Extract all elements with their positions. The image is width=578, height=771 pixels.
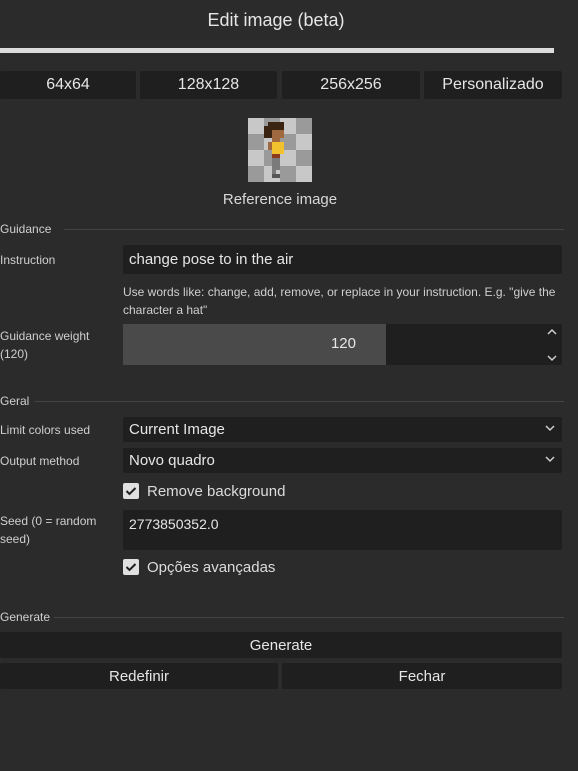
limit-colors-value: Current Image (129, 421, 225, 438)
guidance-weight-label: Guidance weight (120) (0, 329, 90, 361)
output-method-value: Novo quadro (129, 452, 215, 469)
reference-image-label: Reference image (222, 191, 338, 208)
limit-colors-label: Limit colors used (0, 423, 91, 437)
checkmark-icon (125, 563, 137, 572)
progress-bar (0, 48, 554, 53)
seed-label: Seed (0 = random seed) (0, 514, 97, 546)
generate-button[interactable]: Generate (0, 632, 562, 658)
reset-button[interactable]: Redefinir (0, 663, 278, 689)
remove-background-label: Remove background (147, 483, 286, 500)
section-guidance: Guidance (0, 222, 52, 236)
progress-fill (0, 48, 554, 53)
size-128-button[interactable]: 128x128 (140, 71, 277, 99)
seed-input[interactable]: 2773850352.0 (123, 510, 562, 550)
reference-image[interactable] (248, 118, 312, 182)
remove-background-checkbox[interactable] (123, 483, 139, 499)
close-button[interactable]: Fechar (282, 663, 562, 689)
advanced-options-label: Opções avançadas (147, 559, 276, 576)
chevron-down-icon (545, 456, 555, 463)
slider-value: 120 (330, 335, 356, 352)
limit-colors-select[interactable]: Current Image (123, 417, 562, 442)
divider (64, 229, 564, 230)
character-sprite (264, 122, 284, 178)
size-custom-button[interactable]: Personalizado (424, 71, 562, 99)
checkmark-icon (125, 487, 137, 496)
instruction-input[interactable]: change pose to in the air (123, 245, 562, 274)
chevron-down-icon[interactable] (546, 352, 558, 364)
chevron-up-icon[interactable] (546, 326, 558, 338)
section-generate: Generate (0, 610, 51, 624)
advanced-options-checkbox[interactable] (123, 559, 139, 575)
section-general: Geral (0, 394, 30, 408)
dialog-title: Edit image (beta) (207, 10, 345, 30)
chevron-down-icon (545, 425, 555, 432)
output-method-label: Output method (0, 454, 80, 468)
guidance-weight-slider[interactable]: 120 (123, 324, 562, 365)
instruction-label: Instruction (0, 253, 56, 267)
output-method-select[interactable]: Novo quadro (123, 448, 562, 473)
size-64-button[interactable]: 64x64 (0, 71, 136, 99)
instruction-hint: Use words like: change, add, remove, or … (123, 285, 556, 317)
divider (34, 401, 564, 402)
divider (54, 617, 564, 618)
size-256-button[interactable]: 256x256 (282, 71, 420, 99)
